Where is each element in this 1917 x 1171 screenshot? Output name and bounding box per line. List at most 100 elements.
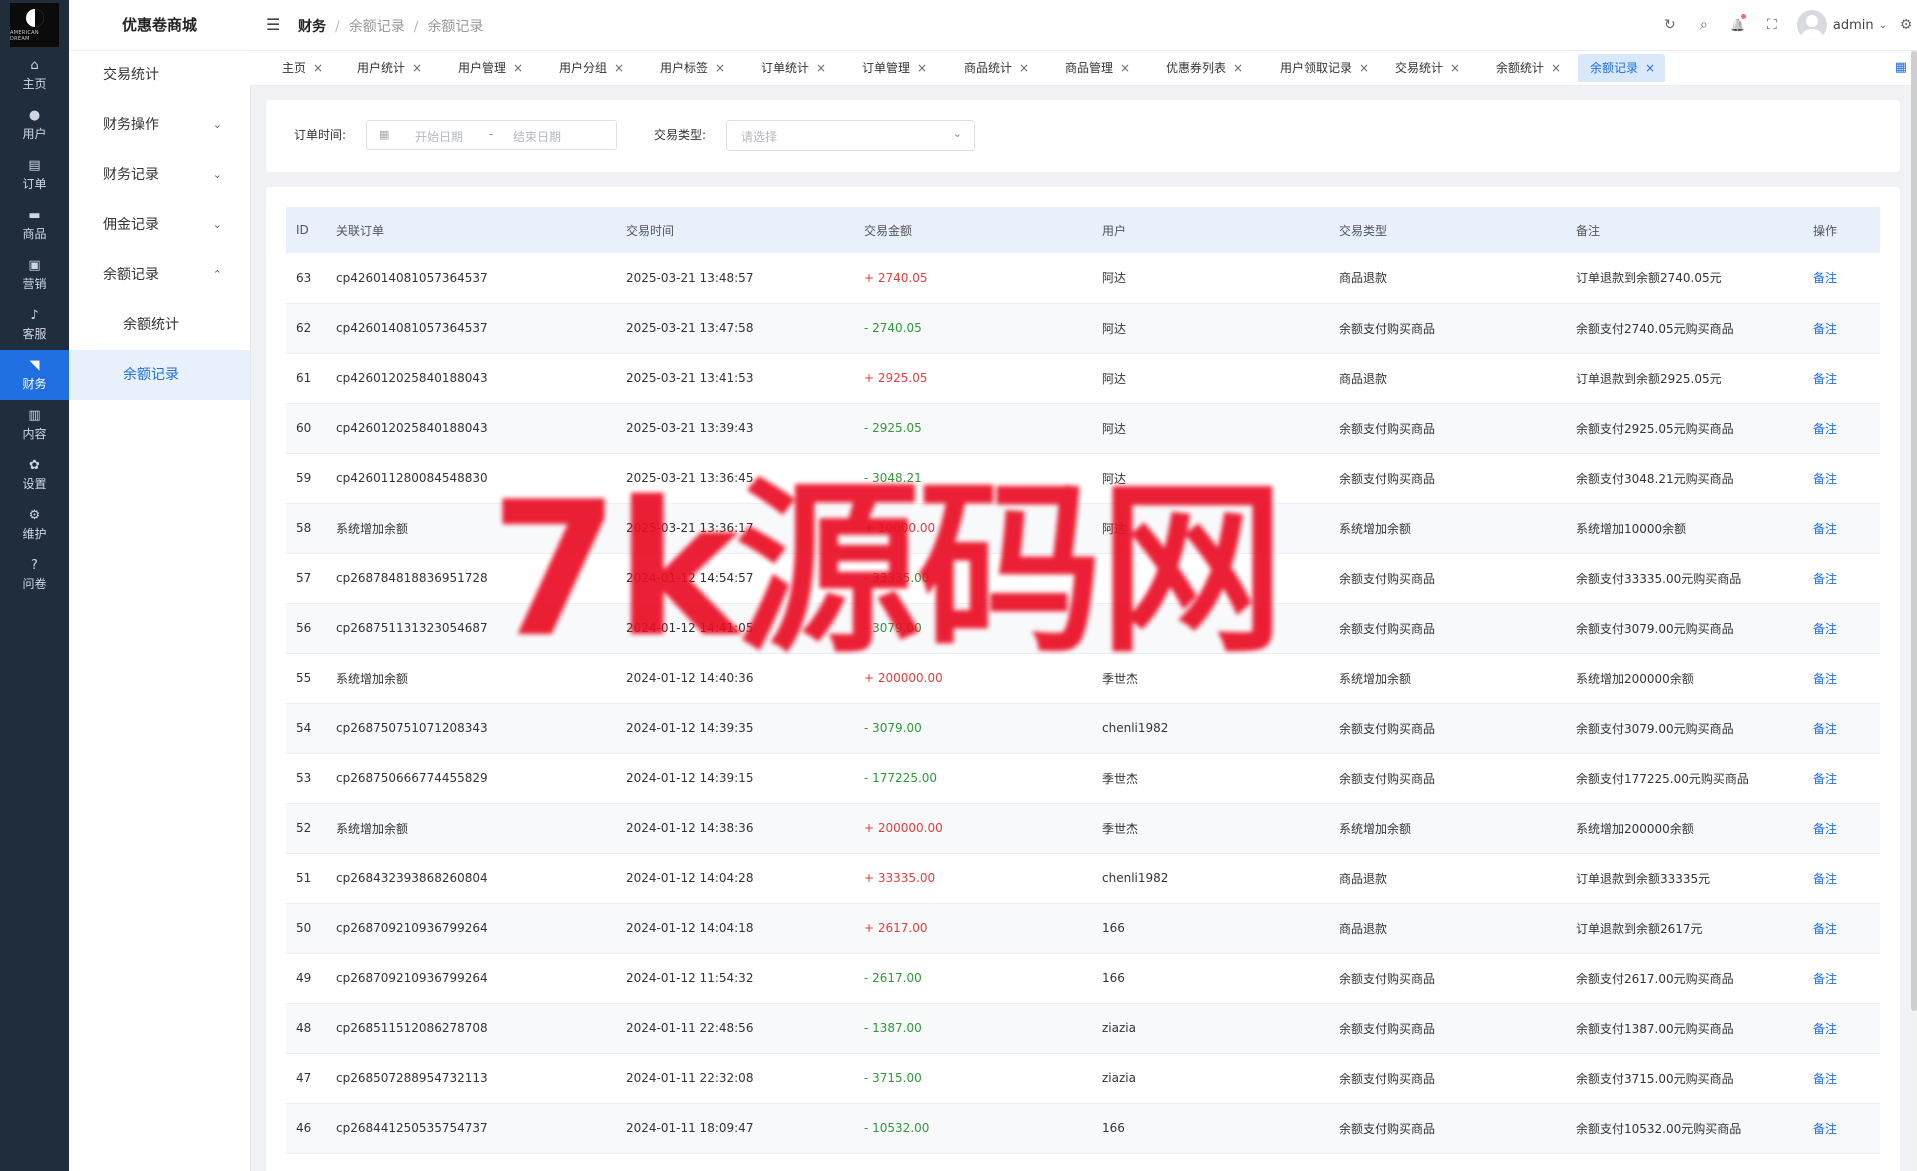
rail-item-survey[interactable]: ? 问卷 — [0, 550, 69, 600]
table-row: 61 cp426012025840188043 2025-03-21 13:41:5… — [286, 353, 1880, 403]
end-date-input[interactable]: 结束日期 — [513, 128, 561, 145]
product-icon: ▬ — [28, 207, 41, 223]
tab-item[interactable]: 主页 × — [282, 54, 333, 82]
tab-close-icon[interactable]: × — [412, 61, 422, 75]
table-row: 55 系统增加余额 2024-01-12 14:40:36 + 200000.00 季世… — [286, 653, 1880, 703]
tab-item[interactable]: 用户统计 × — [357, 54, 432, 82]
settings-gear-icon[interactable]: ⚙ — [1895, 17, 1917, 33]
note-action-link[interactable]: 备注 — [1813, 522, 1837, 536]
records-card: ID 关联订单 交易时间 交易金额 用户 交易类型 备注 操作 63 cp4260… — [266, 187, 1900, 1171]
rail-item-service[interactable]: ♪ 客服 — [0, 300, 69, 350]
note-action-link[interactable]: 备注 — [1813, 422, 1837, 436]
cell-time: 2024-01-12 14:04:28 — [626, 871, 754, 885]
tab-close-icon[interactable]: × — [614, 61, 624, 75]
user-avatar[interactable] — [1796, 10, 1827, 40]
tab-item[interactable]: 用户管理 × — [458, 54, 533, 82]
tab-item[interactable]: 商品统计 × — [964, 54, 1039, 82]
rail-item-maintenance[interactable]: ⚙ 维护 — [0, 500, 69, 550]
note-action-link[interactable]: 备注 — [1813, 622, 1837, 636]
tab-close-icon[interactable]: × — [313, 61, 323, 75]
scrollbar-thumb[interactable] — [1911, 51, 1917, 1011]
balance-records-table: ID 关联订单 交易时间 交易金额 用户 交易类型 备注 操作 63 cp4260… — [286, 207, 1880, 1154]
cell-type: 商品退款 — [1339, 271, 1388, 286]
refresh-icon[interactable]: ↻ — [1653, 17, 1687, 33]
cell-user: ziazia — [1102, 1071, 1136, 1085]
submenu-item-commission-records[interactable]: 佣金记录 ⌄ — [69, 200, 250, 250]
submenu-item-trade-stats[interactable]: 交易统计 — [69, 50, 250, 100]
date-range-picker[interactable]: ▦ 开始日期 - 结束日期 — [366, 120, 617, 150]
tab-close-icon[interactable]: × — [1019, 61, 1029, 75]
search-icon[interactable]: ⌕ — [1687, 17, 1721, 33]
note-action-link[interactable]: 备注 — [1813, 822, 1837, 836]
note-action-link[interactable]: 备注 — [1813, 572, 1837, 586]
tab-close-icon[interactable]: × — [513, 61, 523, 75]
note-action-link[interactable]: 备注 — [1813, 1022, 1837, 1036]
cell-amount: + 200000.00 — [864, 671, 943, 685]
tab-item[interactable]: 商品管理 × — [1065, 54, 1140, 82]
tab-close-icon[interactable]: × — [1551, 61, 1561, 75]
rail-item-home[interactable]: ⌂ 主页 — [0, 50, 69, 100]
cell-time: 2024-01-12 14:40:36 — [626, 671, 754, 685]
tab-close-icon[interactable]: × — [715, 61, 725, 75]
note-action-link[interactable]: 备注 — [1813, 472, 1837, 486]
note-action-link[interactable]: 备注 — [1813, 722, 1837, 736]
tab-item[interactable]: 交易统计 × — [1395, 54, 1470, 82]
cell-order: cp268750751071208343 — [336, 721, 488, 735]
note-action-link[interactable]: 备注 — [1813, 1072, 1837, 1086]
fullscreen-icon[interactable]: ⛶ — [1755, 17, 1789, 33]
tab-item[interactable]: 余额统计 × — [1496, 54, 1571, 82]
rail-item-order[interactable]: ▤ 订单 — [0, 150, 69, 200]
note-action-link[interactable]: 备注 — [1813, 672, 1837, 686]
cell-order: 系统增加余额 — [336, 821, 409, 836]
select-placeholder: 请选择 — [741, 130, 778, 144]
tab-close-icon[interactable]: × — [1233, 61, 1243, 75]
note-action-link[interactable]: 备注 — [1813, 872, 1837, 886]
tab-close-icon[interactable]: × — [816, 61, 826, 75]
note-action-link[interactable]: 备注 — [1813, 922, 1837, 936]
user-dropdown-chevron-icon[interactable]: ⌄ — [1879, 20, 1887, 31]
user-name[interactable]: admin — [1833, 18, 1874, 33]
tab-item[interactable]: 用户标签 × — [660, 54, 735, 82]
tab-item[interactable]: 订单管理 × — [862, 54, 937, 82]
note-action-link[interactable]: 备注 — [1813, 322, 1837, 336]
tab-item[interactable]: 用户分组 × — [559, 54, 634, 82]
brand-logo[interactable]: AMERICAN DREAM — [10, 3, 59, 47]
note-action-link[interactable]: 备注 — [1813, 772, 1837, 786]
tab-item[interactable]: 订单统计 × — [761, 54, 836, 82]
submenu-item-balance-stats[interactable]: 余额统计 — [69, 300, 250, 350]
breadcrumb-item[interactable]: 财务 — [298, 19, 326, 35]
rail-item-finance[interactable]: ◥ 财务 — [0, 350, 69, 400]
rail-item-content[interactable]: ▥ 内容 — [0, 400, 69, 450]
tab-close-icon[interactable]: × — [1645, 61, 1655, 75]
submenu-item-balance-records-page[interactable]: 余额记录 — [69, 350, 250, 400]
start-date-input[interactable]: 开始日期 — [415, 128, 463, 145]
tab-close-icon[interactable]: × — [917, 61, 927, 75]
submenu-item-finance-records[interactable]: 财务记录 ⌄ — [69, 150, 250, 200]
menu-toggle-icon[interactable]: ☰ — [266, 15, 280, 34]
notification-bell-icon[interactable]: 🔔 — [1721, 14, 1755, 33]
tab-close-icon[interactable]: × — [1120, 61, 1130, 75]
tab-item[interactable]: 优惠券列表 × — [1166, 54, 1253, 82]
tab-close-icon[interactable]: × — [1450, 61, 1460, 75]
cell-type: 商品退款 — [1339, 921, 1388, 936]
tab-item[interactable]: 余额记录 × — [1578, 54, 1666, 82]
submenu-item-balance-records[interactable]: 余额记录 ⌃ — [69, 250, 250, 300]
tab-close-icon[interactable]: × — [1359, 61, 1369, 75]
note-action-link[interactable]: 备注 — [1813, 972, 1837, 986]
rail-item-settings[interactable]: ✿ 设置 — [0, 450, 69, 500]
note-action-link[interactable]: 备注 — [1813, 1122, 1837, 1136]
tab-item[interactable]: 用户领取记录 × — [1280, 54, 1379, 82]
submenu-item-finance-ops[interactable]: 财务操作 ⌄ — [69, 100, 250, 150]
tabs-menu-grid-icon[interactable]: ▦ — [1895, 60, 1907, 75]
breadcrumb-item[interactable]: 余额记录 — [349, 19, 405, 35]
note-action-link[interactable]: 备注 — [1813, 271, 1837, 285]
cell-amount: - 3715.00 — [864, 1071, 922, 1085]
table-row: 53 cp268750666774455829 2024-01-12 14:39:1… — [286, 753, 1880, 803]
rail-item-user[interactable]: ● 用户 — [0, 100, 69, 150]
rail-item-product[interactable]: ▬ 商品 — [0, 200, 69, 250]
page-scrollbar[interactable] — [1911, 51, 1917, 1171]
rail-item-label: 用户 — [22, 126, 47, 141]
transaction-type-select[interactable]: 请选择 ⌄ — [726, 120, 975, 151]
rail-item-marketing[interactable]: ▣ 营销 — [0, 250, 69, 300]
note-action-link[interactable]: 备注 — [1813, 372, 1837, 386]
